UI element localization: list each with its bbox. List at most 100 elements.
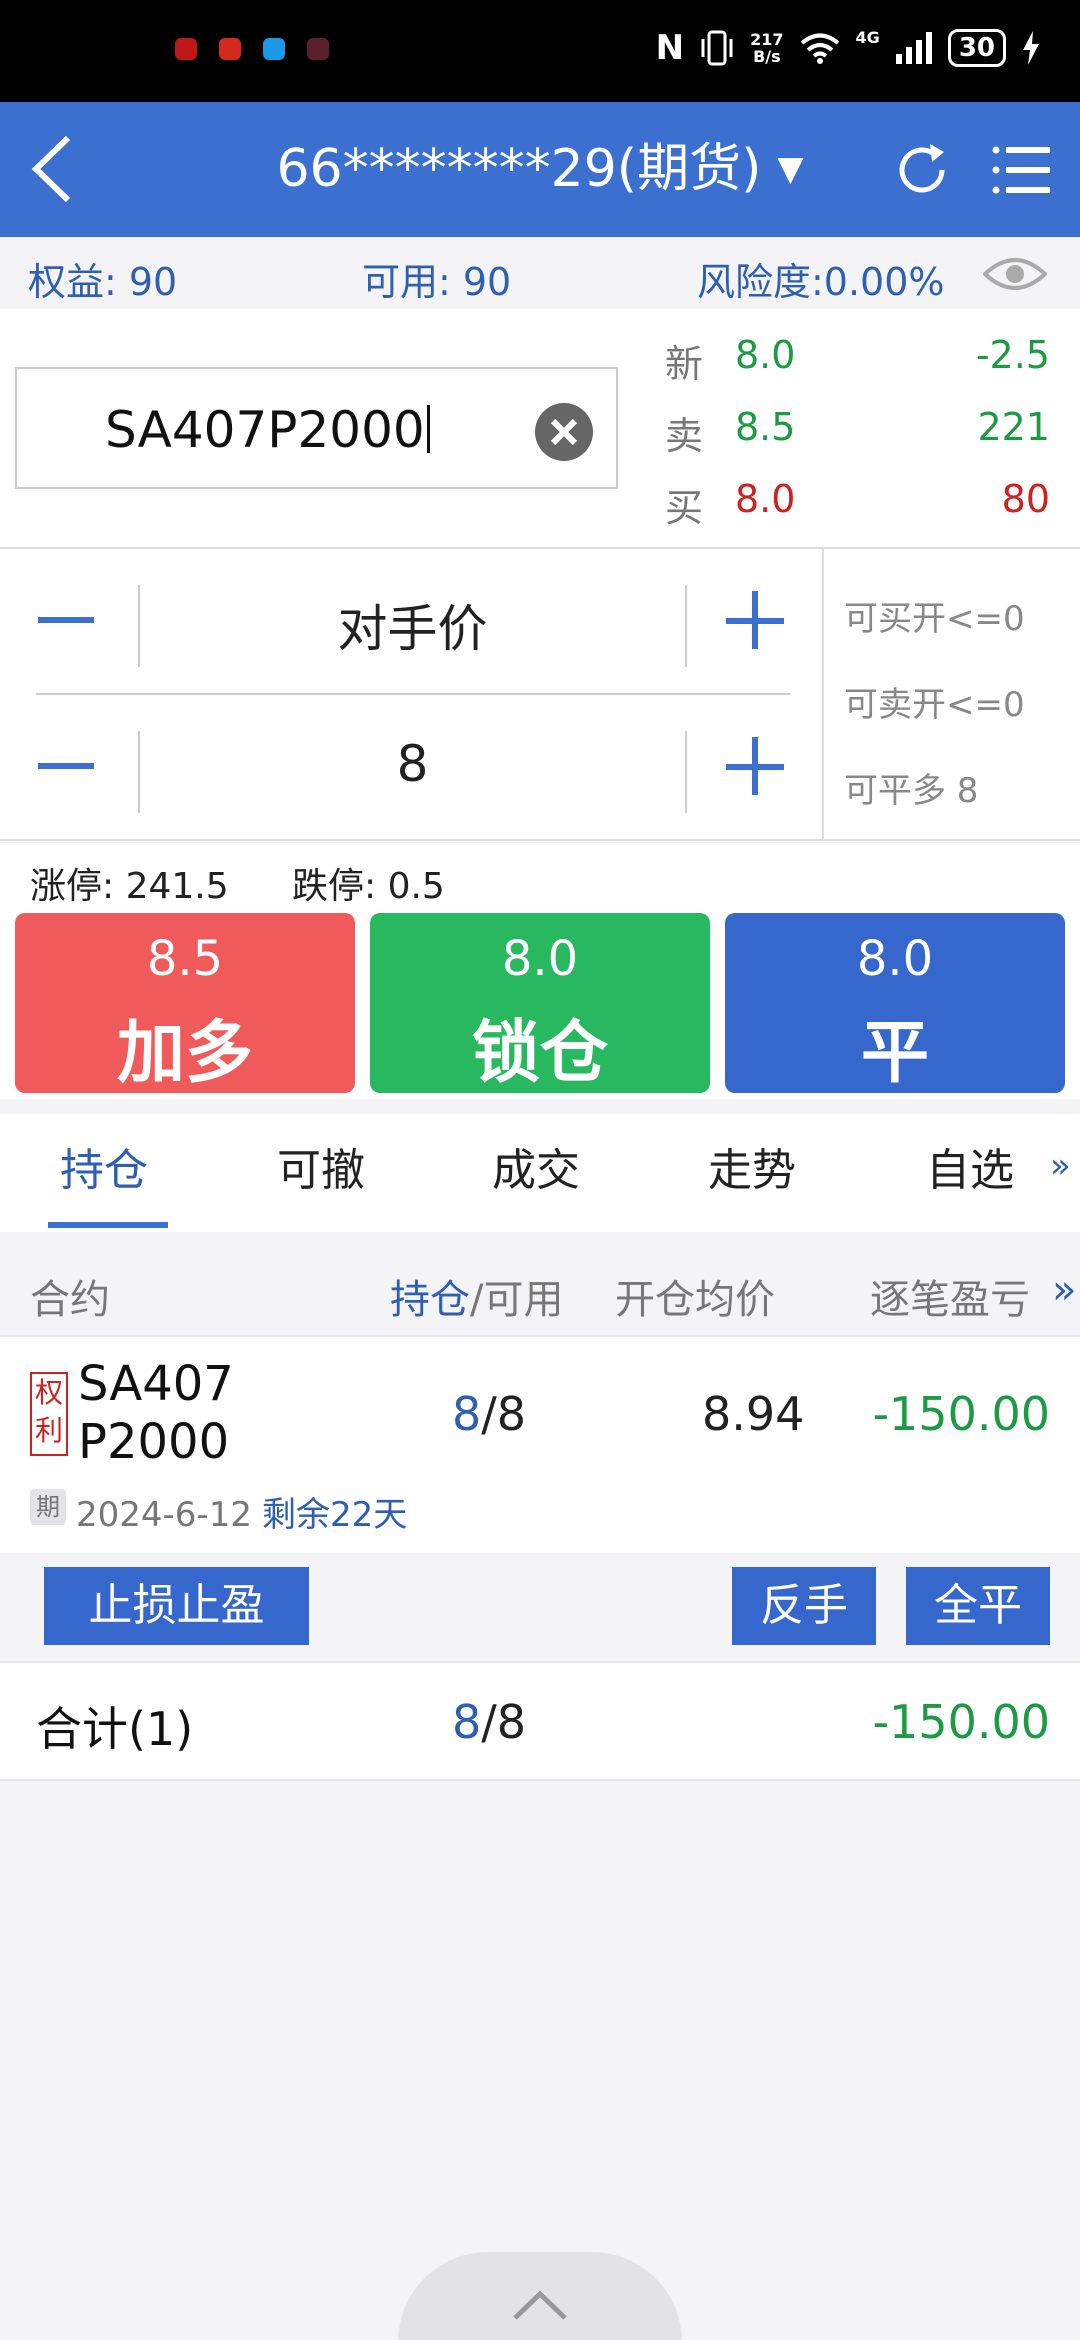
net-speed-unit: B/s — [753, 47, 781, 66]
header-avail: /可用 — [470, 1277, 564, 1323]
price-plus-icon[interactable] — [726, 591, 786, 651]
quote-price: 8.0 — [735, 477, 796, 521]
available-value: 可用: 90 — [362, 260, 512, 304]
total-row: 合计(1) 8/8 -150.00 — [0, 1661, 1080, 1781]
close-all-button[interactable]: 全平 — [906, 1567, 1050, 1645]
vibrate-icon — [701, 30, 733, 66]
quote-label: 新 — [665, 342, 704, 386]
expiry-info: 2024-6-12 剩余22天 — [76, 1487, 407, 1536]
header-hold-avail: 持仓/可用 — [390, 1267, 563, 1325]
account-summary: 权益: 90 可用: 90 风险度:0.00% — [0, 237, 1080, 309]
header-avg-price: 开仓均价 — [615, 1277, 775, 1323]
quote-volume: 80 — [1001, 477, 1050, 521]
lock-position-button[interactable]: 8.0 锁仓 — [370, 913, 710, 1093]
button-price: 8.5 — [146, 931, 224, 987]
price-minus-icon[interactable] — [38, 597, 98, 645]
nfc-icon: N — [655, 28, 685, 68]
net-speed: 217 B/s — [750, 31, 783, 65]
positions-table-header: 合约 持仓/可用 开仓均价 逐笔盈亏 » — [0, 1245, 1080, 1337]
net-speed-value: 217 — [750, 30, 784, 49]
hold-count: 8 — [452, 1387, 482, 1441]
total-hold: 8 — [452, 1695, 482, 1749]
notification-icon-red — [175, 38, 197, 60]
refresh-icon[interactable] — [890, 138, 954, 202]
available-close-long: 可平多 8 — [844, 771, 979, 811]
columns-more-icon[interactable]: » — [1052, 1267, 1076, 1313]
button-label: 锁仓 — [471, 1014, 608, 1093]
avail-count: /8 — [481, 1387, 527, 1441]
quote-change: -2.5 — [975, 333, 1050, 377]
option-type-badge: 权利 — [30, 1372, 68, 1456]
reverse-button[interactable]: 反手 — [732, 1567, 876, 1645]
tab-trend[interactable]: 走势 — [708, 1134, 796, 1198]
contract-name-line2: P2000 — [78, 1414, 230, 1470]
limit-up: 涨停: 241.5 — [30, 866, 229, 907]
days-remaining: 剩余22天 — [261, 1495, 408, 1535]
period-badge: 期 — [30, 1489, 66, 1525]
tab-watchlist[interactable]: 自选 — [926, 1134, 1014, 1198]
total-pl: -150.00 — [872, 1695, 1050, 1749]
quantity-minus-icon[interactable] — [38, 743, 98, 791]
header-hold: 持仓 — [390, 1277, 470, 1323]
expiry-date: 2024-6-12 — [76, 1495, 252, 1535]
header-contract: 合约 — [30, 1277, 110, 1323]
eye-icon[interactable] — [983, 250, 1047, 298]
price-stepper: 对手价 — [0, 549, 820, 693]
system-status: N 217 B/s 4G 30 — [656, 28, 1040, 68]
contract-code-input[interactable]: SA407P2000 — [105, 401, 430, 459]
limit-down: 跌停: 0.5 — [292, 866, 445, 907]
contract-name-line1: SA407 — [78, 1356, 234, 1412]
notification-icon-orange — [219, 38, 241, 60]
divider — [685, 585, 687, 667]
contract-name: SA407 P2000 — [78, 1355, 278, 1471]
account-title: 66********29(期货) — [276, 139, 762, 199]
table-row[interactable]: 权利 SA407 P2000 8/8 8.94 -150.00 期 2024-6… — [0, 1337, 1080, 1553]
quantity-input[interactable]: 8 — [140, 735, 685, 793]
risk-value: 风险度:0.00% — [697, 260, 945, 304]
quote-label: 卖 — [665, 414, 704, 458]
order-panel: 对手价 8 可买开<=0 可卖开<=0 可平多 8 — [0, 549, 1080, 841]
limit-prices: 涨停: 241.5 跌停: 0.5 — [0, 843, 1080, 911]
contract-input-box[interactable]: SA407P2000 — [15, 367, 618, 489]
button-label: 加多 — [116, 1014, 253, 1093]
clear-icon[interactable] — [535, 403, 593, 461]
available-buy-open: 可买开<=0 — [844, 599, 1025, 639]
tab-trades[interactable]: 成交 — [492, 1134, 580, 1198]
menu-icon[interactable] — [990, 138, 1054, 202]
header-pl: 逐笔盈亏 — [870, 1277, 1030, 1323]
dropdown-caret-icon: ▼ — [777, 149, 804, 189]
header: 66********29(期货) ▼ — [0, 102, 1080, 237]
equity-value: 权益: 90 — [28, 260, 178, 304]
charging-icon — [1023, 31, 1039, 65]
price-mode-select[interactable]: 对手价 — [140, 589, 685, 661]
avg-price-cell: 8.94 — [702, 1387, 805, 1441]
quote-row-last: 新 8.0 -2.5 — [665, 333, 1055, 393]
notification-icon-blue — [263, 38, 285, 60]
total-label: 合计(1) — [36, 1702, 194, 1756]
button-label: 平 — [860, 1014, 929, 1093]
quantity-plus-icon[interactable] — [726, 737, 786, 797]
expand-handle[interactable] — [398, 2252, 682, 2340]
stop-loss-take-profit-button[interactable]: 止损止盈 — [44, 1567, 309, 1645]
quantity-stepper: 8 — [0, 695, 820, 839]
hold-avail-cell: 8/8 — [452, 1387, 526, 1441]
close-position-button[interactable]: 8.0 平 — [725, 913, 1065, 1093]
tab-indicator — [48, 1222, 168, 1228]
tab-cancelable[interactable]: 可撤 — [277, 1134, 365, 1198]
quote-row-ask: 卖 8.5 221 — [665, 405, 1055, 465]
notification-icon-dark — [307, 38, 329, 60]
total-hold-avail: 8/8 — [452, 1695, 526, 1749]
battery-level: 30 — [947, 29, 1006, 67]
quote-panel: SA407P2000 新 8.0 -2.5 卖 8.5 221 买 8.0 80 — [0, 309, 1080, 549]
button-price: 8.0 — [856, 931, 934, 987]
pl-cell: -150.00 — [872, 1387, 1050, 1441]
tab-positions[interactable]: 持仓 — [60, 1134, 148, 1198]
divider — [685, 731, 687, 813]
availability-column: 可买开<=0 可卖开<=0 可平多 8 — [822, 549, 1080, 841]
tabs-more-icon[interactable]: » — [1050, 1146, 1071, 1186]
total-avail: /8 — [481, 1695, 527, 1749]
add-long-button[interactable]: 8.5 加多 — [15, 913, 355, 1093]
quote-price: 8.0 — [735, 333, 796, 377]
quote-label: 买 — [665, 486, 704, 530]
chevron-up-icon — [513, 2290, 567, 2320]
